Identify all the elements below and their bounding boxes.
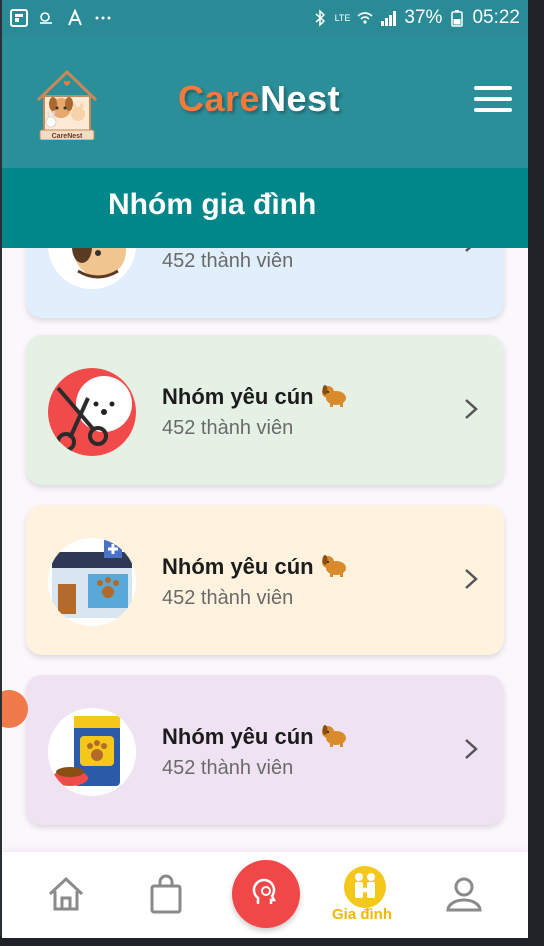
more-notifications-icon — [95, 16, 111, 20]
shopping-bag-icon[interactable] — [146, 874, 186, 914]
dog-emoji-icon — [321, 555, 346, 577]
app-header: CareNest CareNest — [2, 36, 528, 168]
app-notification-icon — [10, 9, 28, 27]
logo-text: CareNest — [52, 133, 83, 140]
member-count: 452 thành viên — [162, 757, 294, 779]
battery-icon — [451, 10, 464, 27]
group-card[interactable]: Nhóm yêu cún 452 thành viên — [26, 675, 504, 825]
group-card[interactable]: Nhóm yêu cún 452 thành viên — [26, 335, 504, 485]
carenest-logo[interactable]: CareNest — [34, 66, 100, 140]
grooming-scissors-icon — [48, 368, 136, 456]
dog-emoji-icon — [321, 385, 346, 407]
nav-label-family[interactable]: Gia đình — [332, 906, 392, 923]
page-title-bar: Nhóm gia đình — [2, 168, 528, 248]
group-name: Nhóm yêu cún — [162, 382, 348, 410]
brain-icon — [252, 878, 277, 904]
weather-icon — [40, 12, 52, 24]
dog-emoji-icon — [321, 725, 346, 747]
group-card[interactable]: Nhóm yêu cún 452 thành viên — [26, 505, 504, 655]
clock: 05:22 — [472, 7, 520, 28]
hamburger-menu-icon[interactable] — [474, 86, 512, 116]
chevron-right-icon[interactable] — [462, 567, 480, 591]
signal-icon — [381, 11, 397, 26]
chevron-right-icon[interactable] — [462, 397, 480, 421]
family-icon[interactable] — [344, 866, 386, 908]
bottom-navigation: Gia đình — [2, 852, 528, 938]
group-name: Nhóm yêu cún — [162, 722, 348, 750]
chevron-right-icon[interactable] — [462, 737, 480, 761]
brand-name: CareNest — [178, 78, 340, 120]
group-card[interactable]: 452 thành viên — [26, 248, 504, 318]
pet-clinic-icon — [48, 538, 136, 626]
network-type: LTE — [334, 12, 351, 23]
user-icon[interactable] — [444, 874, 484, 914]
brand-nest: Nest — [260, 78, 341, 119]
home-icon[interactable] — [46, 874, 86, 914]
group-name: Nhóm yêu cún — [162, 552, 348, 580]
dog-portrait-icon — [48, 248, 136, 289]
bluetooth-icon — [315, 9, 325, 27]
member-count: 452 thành viên — [162, 250, 294, 272]
member-count: 452 thành viên — [162, 587, 294, 609]
pet-food-bag-icon — [48, 708, 136, 796]
ai-assistant-button[interactable] — [232, 860, 300, 928]
chevron-right-icon[interactable] — [462, 248, 480, 254]
phone-screen: LTE 37% 05:22 CareNest CareNest Nhóm gia… — [2, 0, 528, 938]
battery-percent: 37% — [404, 7, 443, 28]
wifi-icon — [357, 12, 373, 24]
brand-care: Care — [178, 78, 261, 119]
member-count: 452 thành viên — [162, 417, 294, 439]
desktop-background — [528, 0, 544, 946]
text-app-icon — [68, 9, 82, 26]
group-list[interactable]: 452 thành viên Nhóm yêu cún 452 thành vi… — [2, 248, 528, 852]
status-bar: LTE 37% 05:22 — [2, 0, 528, 36]
page-title: Nhóm gia đình — [108, 188, 317, 221]
